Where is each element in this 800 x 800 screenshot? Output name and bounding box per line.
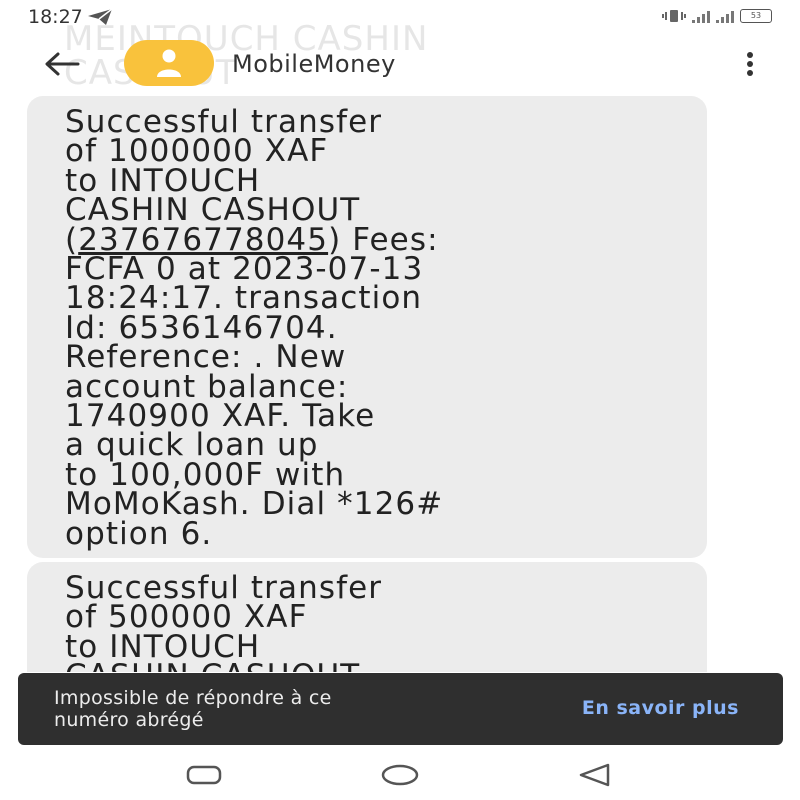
message-line: CASHIN CASHOUT — [65, 658, 360, 672]
learn-more-button[interactable]: En savoir plus — [582, 697, 739, 719]
signal-icon-2 — [716, 9, 734, 23]
message-line: option 6. — [65, 515, 213, 552]
battery-icon: 53 — [740, 9, 772, 23]
recents-icon[interactable] — [184, 758, 224, 790]
status-icons: 53 — [662, 8, 772, 24]
back-arrow-icon[interactable] — [42, 50, 82, 78]
message-thread[interactable]: Successful transfer of 1000000 XAF to IN… — [0, 96, 800, 672]
contact-name: MobileMoney — [232, 50, 396, 78]
back-triangle-icon[interactable] — [575, 758, 615, 790]
avatar[interactable] — [124, 40, 214, 86]
message-bubble[interactable]: Successful transfer of 500000 XAF to INT… — [27, 562, 707, 672]
system-nav-bar — [0, 748, 800, 800]
message-text: Successful transfer of 500000 XAF to INT… — [65, 573, 705, 673]
snackbar-message: Impossible de répondre à ce numéro abrég… — [54, 687, 332, 731]
vibrate-icon — [662, 10, 686, 22]
signal-icon — [692, 9, 710, 23]
home-icon[interactable] — [380, 758, 420, 790]
conversation-header: MobileMoney — [0, 32, 800, 96]
more-options-icon[interactable] — [740, 50, 760, 78]
person-icon — [157, 49, 181, 77]
message-bubble[interactable]: Successful transfer of 1000000 XAF to IN… — [27, 96, 707, 558]
snackbar: Impossible de répondre à ce numéro abrég… — [18, 673, 783, 745]
message-text: Successful transfer of 1000000 XAF to IN… — [65, 104, 444, 552]
